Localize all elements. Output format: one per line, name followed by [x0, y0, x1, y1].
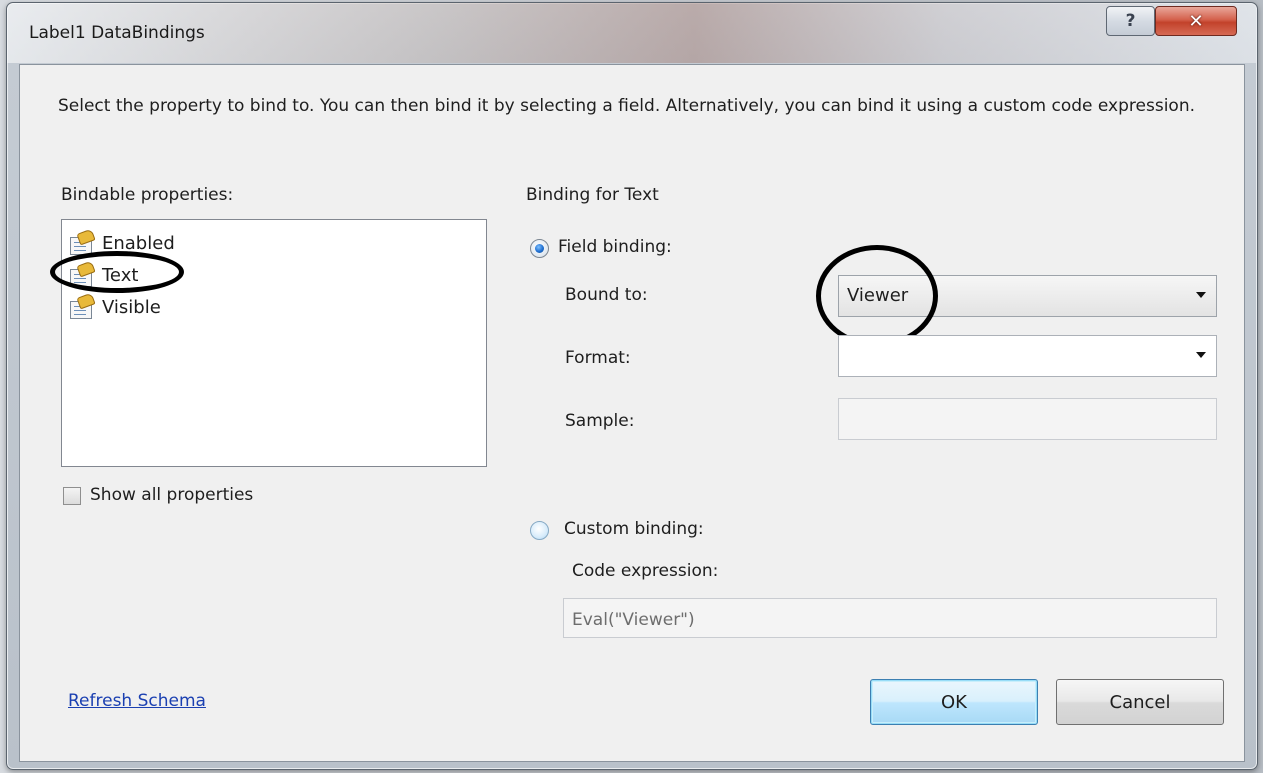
cancel-button[interactable]: Cancel	[1056, 679, 1224, 725]
title-bar[interactable]: Label1 DataBindings ? ✕	[7, 3, 1257, 63]
annotation-circle-viewer	[816, 245, 938, 347]
chevron-down-icon	[1196, 292, 1206, 298]
refresh-schema-link[interactable]: Refresh Schema	[68, 691, 206, 711]
help-icon: ?	[1125, 11, 1136, 31]
dialog-body: Select the property to bind to. You can …	[19, 64, 1245, 762]
chevron-down-icon	[1196, 352, 1206, 358]
close-button[interactable]: ✕	[1155, 6, 1237, 36]
format-dropdown[interactable]	[838, 335, 1217, 377]
close-icon: ✕	[1188, 10, 1204, 32]
code-expression-value: Eval("Viewer")	[572, 610, 695, 630]
list-item-visible[interactable]: Visible	[68, 292, 161, 322]
format-label: Format:	[565, 348, 631, 368]
sample-field	[838, 398, 1217, 440]
window-title: Label1 DataBindings	[29, 23, 205, 43]
databindings-dialog: Label1 DataBindings ? ✕ Select the prope…	[6, 2, 1258, 770]
bound-to-label: Bound to:	[565, 285, 648, 305]
bindable-properties-heading: Bindable properties:	[61, 185, 234, 205]
property-icon	[68, 228, 96, 255]
binding-for-heading: Binding for Text	[526, 185, 659, 205]
property-icon	[68, 292, 96, 319]
field-binding-label[interactable]: Field binding:	[558, 237, 672, 257]
code-expression-field[interactable]: Eval("Viewer")	[563, 598, 1217, 638]
code-expression-label: Code expression:	[572, 561, 719, 581]
list-item-label: Visible	[102, 296, 161, 318]
help-button[interactable]: ?	[1106, 6, 1155, 36]
show-all-properties-label[interactable]: Show all properties	[90, 485, 253, 505]
ok-button[interactable]: OK	[870, 679, 1038, 725]
instructions-text: Select the property to bind to. You can …	[58, 96, 1195, 116]
annotation-circle-text	[50, 251, 184, 293]
sample-label: Sample:	[565, 411, 635, 431]
custom-binding-radio[interactable]	[530, 521, 549, 540]
show-all-properties-checkbox[interactable]	[63, 487, 81, 505]
field-binding-radio[interactable]	[530, 239, 549, 258]
custom-binding-label[interactable]: Custom binding:	[564, 519, 704, 539]
